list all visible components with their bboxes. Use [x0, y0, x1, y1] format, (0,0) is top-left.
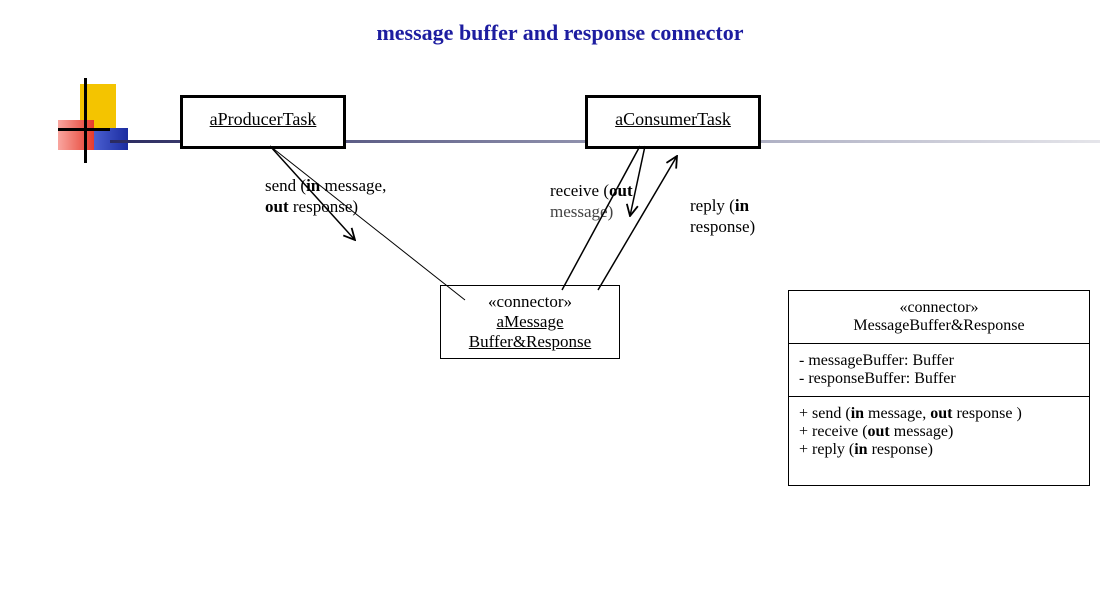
receive-label: receive (out message) — [550, 180, 633, 223]
consumer-task-box: aConsumerTask — [585, 95, 761, 149]
slide-logo — [58, 84, 148, 159]
consumer-task-label: aConsumerTask — [615, 109, 731, 129]
connector-name-line2: Buffer&Response — [445, 332, 615, 352]
logo-cross-horz — [58, 128, 110, 131]
uml-class-box: «connector» MessageBuffer&Response - mes… — [788, 290, 1090, 486]
reply-label: reply (in response) — [690, 195, 755, 238]
logo-square-red — [58, 120, 94, 150]
logo-square-blue — [94, 128, 128, 150]
connector-name-line1: aMessage — [445, 312, 615, 332]
logo-cross-vert — [84, 78, 87, 163]
connector-stereo: «connector» — [445, 292, 615, 312]
connector-instance-box: «connector» aMessage Buffer&Response — [440, 285, 620, 359]
producer-task-box: aProducerTask — [180, 95, 346, 149]
send-label: send (in message, out response) — [265, 175, 386, 218]
uml-attributes: - messageBuffer: Buffer - responseBuffer… — [789, 344, 1089, 397]
uml-header: «connector» MessageBuffer&Response — [789, 291, 1089, 344]
uml-operations: + send (in message, out response ) + rec… — [789, 397, 1089, 485]
producer-task-label: aProducerTask — [210, 109, 317, 129]
diagram-title: message buffer and response connector — [0, 20, 1120, 46]
